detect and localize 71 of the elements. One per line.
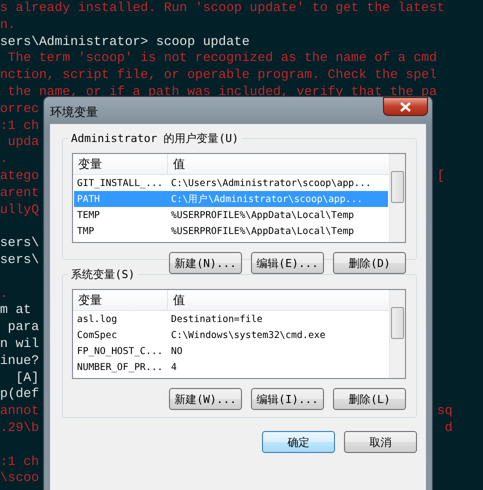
variable-value: 4 <box>170 362 177 372</box>
window-title: 环境变量 <box>50 104 98 121</box>
terminal-line: para <box>6 319 40 334</box>
terminal-line: n. <box>0 16 16 32</box>
group-label: 系统变量(S) <box>68 267 138 282</box>
terminal-line: m at <box>0 302 32 318</box>
terminal-line: nction, script file, or operable program. Check the spel <box>0 67 437 82</box>
terminal-line: inue? <box>0 352 40 368</box>
dialog-button[interactable]: 编辑(E)... <box>251 252 324 274</box>
terminal-line: n wil <box>0 336 40 351</box>
variable-name: asl.log <box>76 314 118 324</box>
dialog-button[interactable]: 新建(W)... <box>169 388 242 410</box>
list-row[interactable]: TEMP %USERPROFILE%\AppData\Local\Temp <box>74 207 388 223</box>
column-header[interactable]: 变量 <box>73 154 168 174</box>
terminal-line: :1 ch <box>0 118 40 133</box>
terminal-line: sq <box>437 403 453 420</box>
terminal-line: orrec <box>0 100 40 116</box>
terminal-line: \scoo <box>0 470 40 486</box>
list-row[interactable]: TMP %USERPROFILE%\AppData\Local\Temp <box>74 223 388 239</box>
variable-value: C:\Users\Administrator\scoop\app... <box>170 178 372 188</box>
terminal-line: .29\b <box>0 420 40 435</box>
variable-name: FP_NO_HOST_C... <box>76 346 164 356</box>
close-button[interactable] <box>383 97 428 116</box>
column-header[interactable]: 值 <box>168 154 185 174</box>
variable-value: Destination=file <box>170 314 263 324</box>
variable-name: TEMP <box>76 210 101 220</box>
terminal-line: annot <box>0 403 40 418</box>
terminal-line: The term 'scoop' is not recognized as the name of a cmd <box>6 50 437 66</box>
terminal-line: sers\ <box>0 235 40 250</box>
column-header[interactable]: 变量 <box>73 290 168 310</box>
scrollbar[interactable] <box>389 154 405 242</box>
terminal-line: [ <box>437 168 445 185</box>
variable-name: NUMBER_OF_PR... <box>76 362 164 372</box>
variable-value: C:\Windows\system32\cmd.exe <box>170 330 326 340</box>
variable-value: %USERPROFILE%\AppData\Local\Temp <box>170 226 354 236</box>
list-row[interactable]: FP_NO_HOST_C... NO <box>74 343 388 359</box>
variable-value: NO <box>170 346 182 356</box>
terminal-line: :1 ch <box>0 454 40 469</box>
terminal-line: d <box>444 420 453 437</box>
dialog-button[interactable]: 删除(D) <box>333 252 406 274</box>
terminal-line: sers\ <box>0 252 40 267</box>
variable-value: C:\用户\Administrator\scoop\app... <box>170 192 363 206</box>
list-row[interactable]: asl.log Destination=file <box>74 311 388 327</box>
terminal-line: . <box>0 286 8 301</box>
terminal-line: s already installed. Run 'scoop update' to get the latest <box>0 0 445 15</box>
variable-value: %USERPROFILE%\AppData\Local\Temp <box>170 210 354 220</box>
variable-name: TMP <box>76 226 96 236</box>
variable-name: GIT_INSTALL_... <box>76 178 164 188</box>
terminal-line: . <box>0 151 8 166</box>
variable-name: PATH <box>76 194 101 204</box>
close-icon <box>400 102 411 112</box>
terminal-line: upda <box>6 134 40 150</box>
column-header[interactable]: 值 <box>168 290 185 310</box>
terminal-line: arent <box>0 184 40 200</box>
dialog-button[interactable]: 确定 <box>262 431 335 453</box>
list-row[interactable]: GIT_INSTALL_... C:\Users\Administrator\scoop\app... <box>74 175 388 191</box>
terminal-line: p(def <box>0 386 40 402</box>
terminal-line: sers\Administrator> scoop update <box>0 34 250 49</box>
group-label: Administrator 的用户变量(U) <box>68 131 242 146</box>
dialog-button[interactable]: 取消 <box>344 431 417 453</box>
dialog-button[interactable]: 编辑(I)... <box>251 388 324 410</box>
dialog-button[interactable]: 新建(N)... <box>169 252 242 274</box>
scrollbar[interactable] <box>389 290 405 378</box>
dialog-button[interactable]: 删除(L) <box>333 388 406 410</box>
list-row[interactable]: NUMBER_OF_PR... 4 <box>74 359 388 375</box>
terminal-line: the name, or if a path was included, verify that the pa <box>6 84 437 99</box>
list-row[interactable]: ComSpec C:\Windows\system32\cmd.exe <box>74 327 388 343</box>
terminal-line: [A] <box>14 370 40 385</box>
variable-name: ComSpec <box>76 330 118 340</box>
terminal-line: ullyQ <box>0 202 40 217</box>
terminal-line: atego <box>0 168 40 183</box>
